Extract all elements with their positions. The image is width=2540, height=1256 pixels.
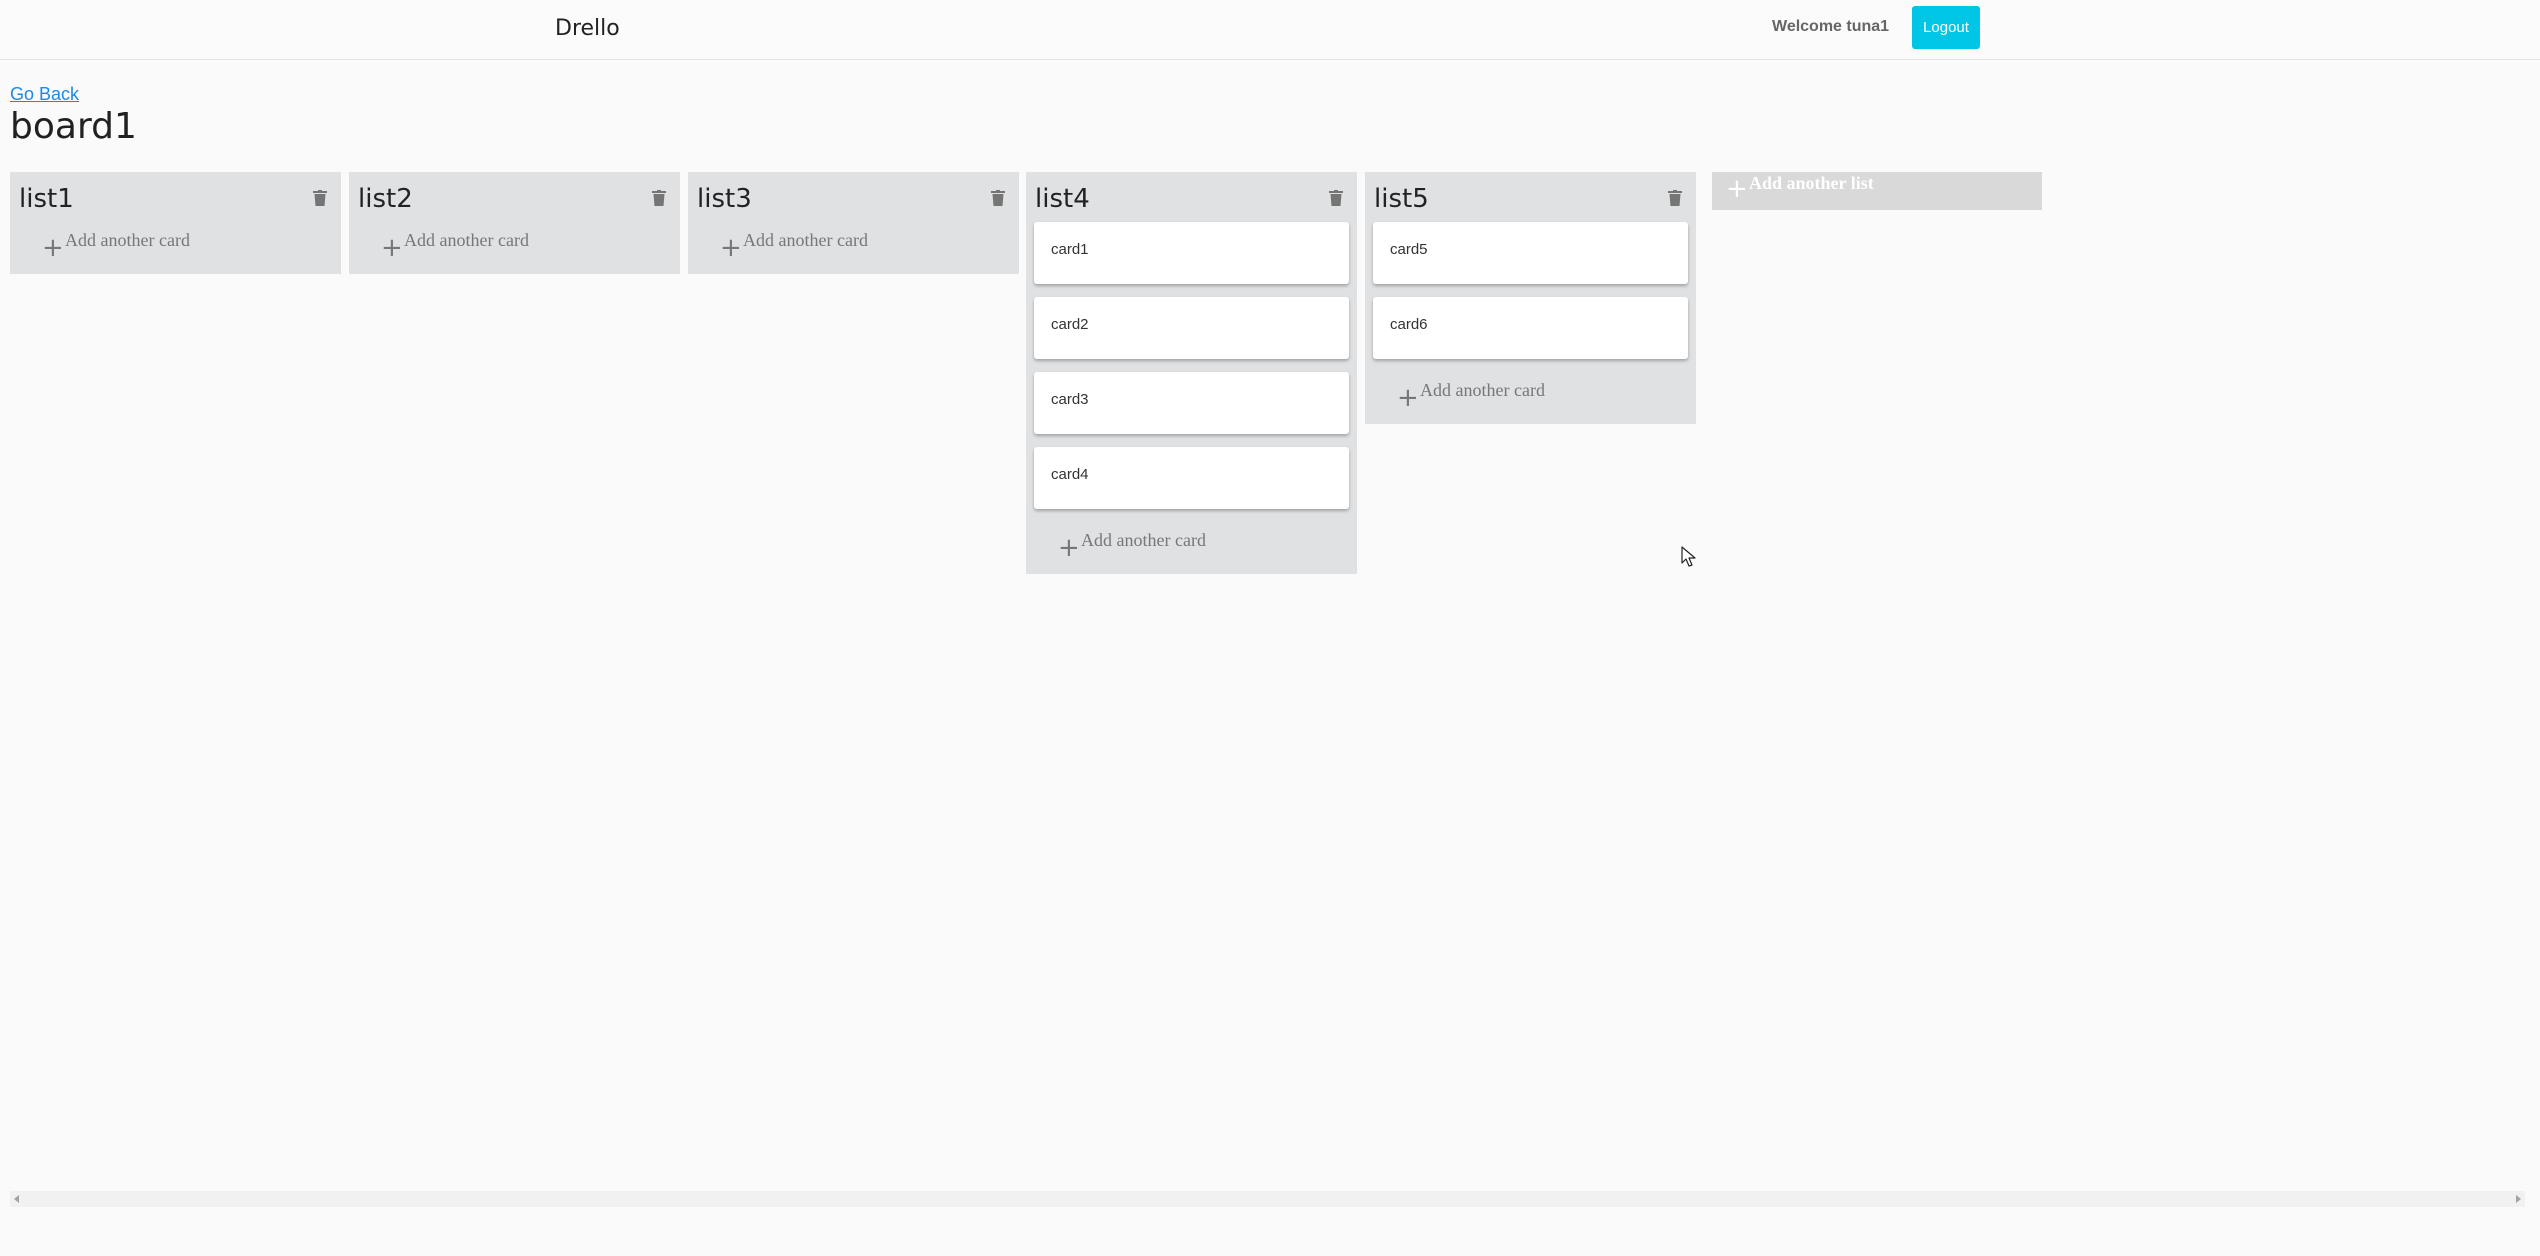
card-title: card1 <box>1051 241 1089 258</box>
scroll-left-arrow-icon[interactable] <box>14 1195 19 1203</box>
list-title[interactable]: list5 <box>1374 184 1429 214</box>
list-column: list2 + Add another card <box>349 172 680 274</box>
list-title[interactable]: list1 <box>19 184 74 214</box>
trash-icon[interactable] <box>991 190 1005 206</box>
list-header: list5 <box>1365 172 1696 222</box>
add-card-label: Add another card <box>404 230 529 250</box>
add-card-button[interactable]: + Add another card <box>349 222 680 274</box>
card[interactable]: card2 <box>1034 297 1349 359</box>
scroll-right-arrow-icon[interactable] <box>2516 1195 2521 1203</box>
go-back-link[interactable]: Go Back <box>10 84 79 105</box>
list-header: list3 <box>688 172 1019 222</box>
plus-icon: + <box>720 233 742 263</box>
list-title[interactable]: list4 <box>1035 184 1090 214</box>
list-header: list1 <box>10 172 341 222</box>
add-card-button[interactable]: + Add another card <box>1026 522 1357 574</box>
trash-icon[interactable] <box>652 190 666 206</box>
card[interactable]: card5 <box>1373 222 1688 284</box>
logout-button[interactable]: Logout <box>1912 6 1980 49</box>
trash-icon[interactable] <box>1329 190 1343 206</box>
trash-icon[interactable] <box>313 190 327 206</box>
add-card-button[interactable]: + Add another card <box>688 222 1019 274</box>
list-header: list2 <box>349 172 680 222</box>
add-card-label: Add another card <box>1420 380 1545 400</box>
card-title: card2 <box>1051 316 1089 333</box>
card-title: card3 <box>1051 391 1089 408</box>
add-list-label: Add another list <box>1749 173 1874 193</box>
add-list-button[interactable]: + Add another list <box>1712 172 2042 210</box>
card-list: card1 card2 card3 card4 <box>1026 222 1357 509</box>
add-card-button[interactable]: + Add another card <box>10 222 341 274</box>
card[interactable]: card3 <box>1034 372 1349 434</box>
plus-icon: + <box>42 233 64 263</box>
card[interactable]: card6 <box>1373 297 1688 359</box>
card-list: card5 card6 <box>1365 222 1696 359</box>
add-card-label: Add another card <box>1081 530 1206 550</box>
plus-icon: + <box>381 233 403 263</box>
list-column: list3 + Add another card <box>688 172 1019 274</box>
card[interactable]: card1 <box>1034 222 1349 284</box>
card-title: card6 <box>1390 316 1428 333</box>
plus-icon: + <box>1397 383 1419 413</box>
card[interactable]: card4 <box>1034 447 1349 509</box>
plus-icon: + <box>1058 533 1080 563</box>
card-title: card4 <box>1051 466 1089 483</box>
horizontal-scrollbar[interactable] <box>10 1191 2525 1207</box>
mouse-cursor-icon <box>1681 546 1696 567</box>
list-column: list1 + Add another card <box>10 172 341 274</box>
board-title: board1 <box>10 106 137 147</box>
add-card-button[interactable]: + Add another card <box>1365 372 1696 424</box>
plus-icon: + <box>1726 174 1748 204</box>
list-column: list4 card1 card2 card3 card4 + Add anot… <box>1026 172 1357 574</box>
list-header: list4 <box>1026 172 1357 222</box>
list-title[interactable]: list2 <box>358 184 413 214</box>
list-column: list5 card5 card6 + Add another card <box>1365 172 1696 424</box>
trash-icon[interactable] <box>1668 190 1682 206</box>
add-card-label: Add another card <box>65 230 190 250</box>
card-title: card5 <box>1390 241 1428 258</box>
navbar: Drello Welcome tuna1 Logout <box>0 0 2540 60</box>
list-title[interactable]: list3 <box>697 184 752 214</box>
add-card-label: Add another card <box>743 230 868 250</box>
brand-logo-text[interactable]: Drello <box>555 16 620 41</box>
welcome-text: Welcome tuna1 <box>1772 18 1890 35</box>
